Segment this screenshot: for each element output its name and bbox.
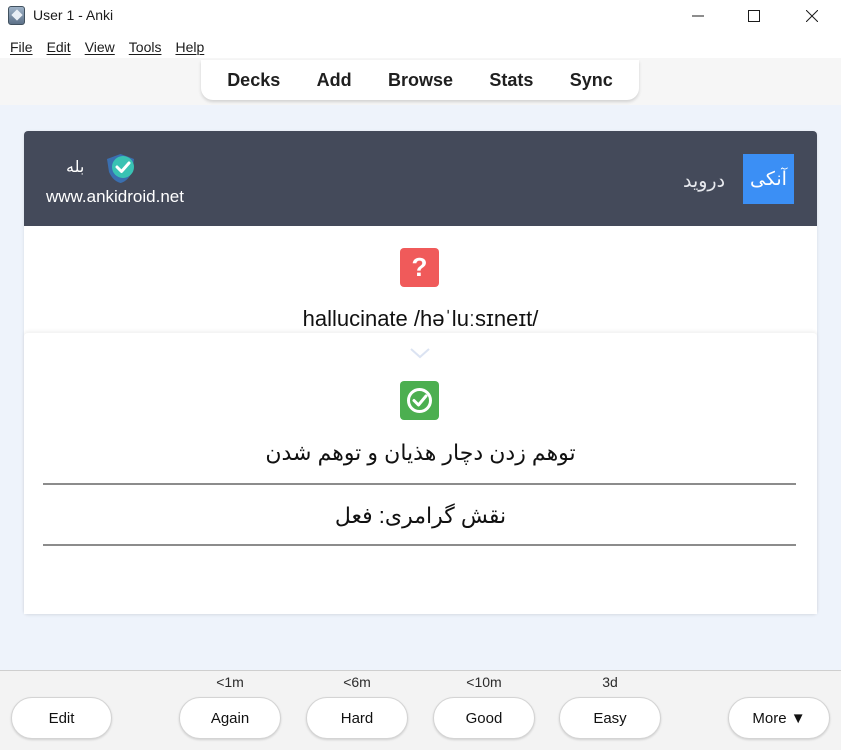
again-button[interactable]: Again <box>179 697 281 739</box>
divider <box>43 483 796 485</box>
menu-file[interactable]: File <box>10 39 33 55</box>
minimize-button[interactable] <box>669 0 727 32</box>
minimize-icon <box>692 15 704 17</box>
good-button[interactable]: Good <box>433 697 535 739</box>
toolbar-decks[interactable]: Decks <box>227 70 280 91</box>
toolbar-browse[interactable]: Browse <box>388 70 453 91</box>
toolbar-sync[interactable]: Sync <box>570 70 613 91</box>
menu-edit[interactable]: Edit <box>47 39 71 55</box>
question-icon: ? <box>400 248 439 287</box>
easy-interval: 3d <box>602 674 618 690</box>
chevron-down-icon <box>410 348 430 359</box>
yes-label: بله <box>66 159 85 176</box>
brand-text: دروید <box>683 171 726 192</box>
grammar-role-text: نقش گرامری: فعل <box>334 503 507 528</box>
ankidroid-logo-icon <box>104 152 137 185</box>
easy-button[interactable]: Easy <box>559 697 661 739</box>
toolbar-stats[interactable]: Stats <box>489 70 533 91</box>
card-back-text: توهم زدن دچار هذیان و توهم شدن <box>265 440 576 465</box>
answer-bar <box>0 670 841 750</box>
card-front-text: hallucinate /həˈluːsɪneɪt/ <box>302 306 539 331</box>
maximize-icon <box>748 10 760 22</box>
close-button[interactable] <box>783 0 841 32</box>
check-icon <box>400 381 439 420</box>
menu-view[interactable]: View <box>85 39 115 55</box>
main-toolbar: Decks Add Browse Stats Sync <box>201 60 639 100</box>
title-bar: User 1 - Anki <box>0 0 841 32</box>
divider <box>43 544 796 546</box>
menu-tools[interactable]: Tools <box>129 39 162 55</box>
edit-button[interactable]: Edit <box>11 697 112 739</box>
menu-bar: File Edit View Tools Help <box>0 36 841 58</box>
answer-panel <box>24 333 817 614</box>
again-interval: <1m <box>216 674 244 690</box>
close-icon <box>806 10 818 22</box>
maximize-button[interactable] <box>725 0 783 32</box>
brand-box: آنکی <box>743 154 794 204</box>
menu-help[interactable]: Help <box>175 39 204 55</box>
hard-button[interactable]: Hard <box>306 697 408 739</box>
toolbar-add[interactable]: Add <box>317 70 352 91</box>
window-title: User 1 - Anki <box>33 7 114 23</box>
site-url: www.ankidroid.net <box>46 187 184 206</box>
hard-interval: <6m <box>343 674 371 690</box>
anki-app-icon <box>8 6 25 25</box>
more-button[interactable]: More ▼ <box>728 697 830 739</box>
good-interval: <10m <box>466 674 502 690</box>
